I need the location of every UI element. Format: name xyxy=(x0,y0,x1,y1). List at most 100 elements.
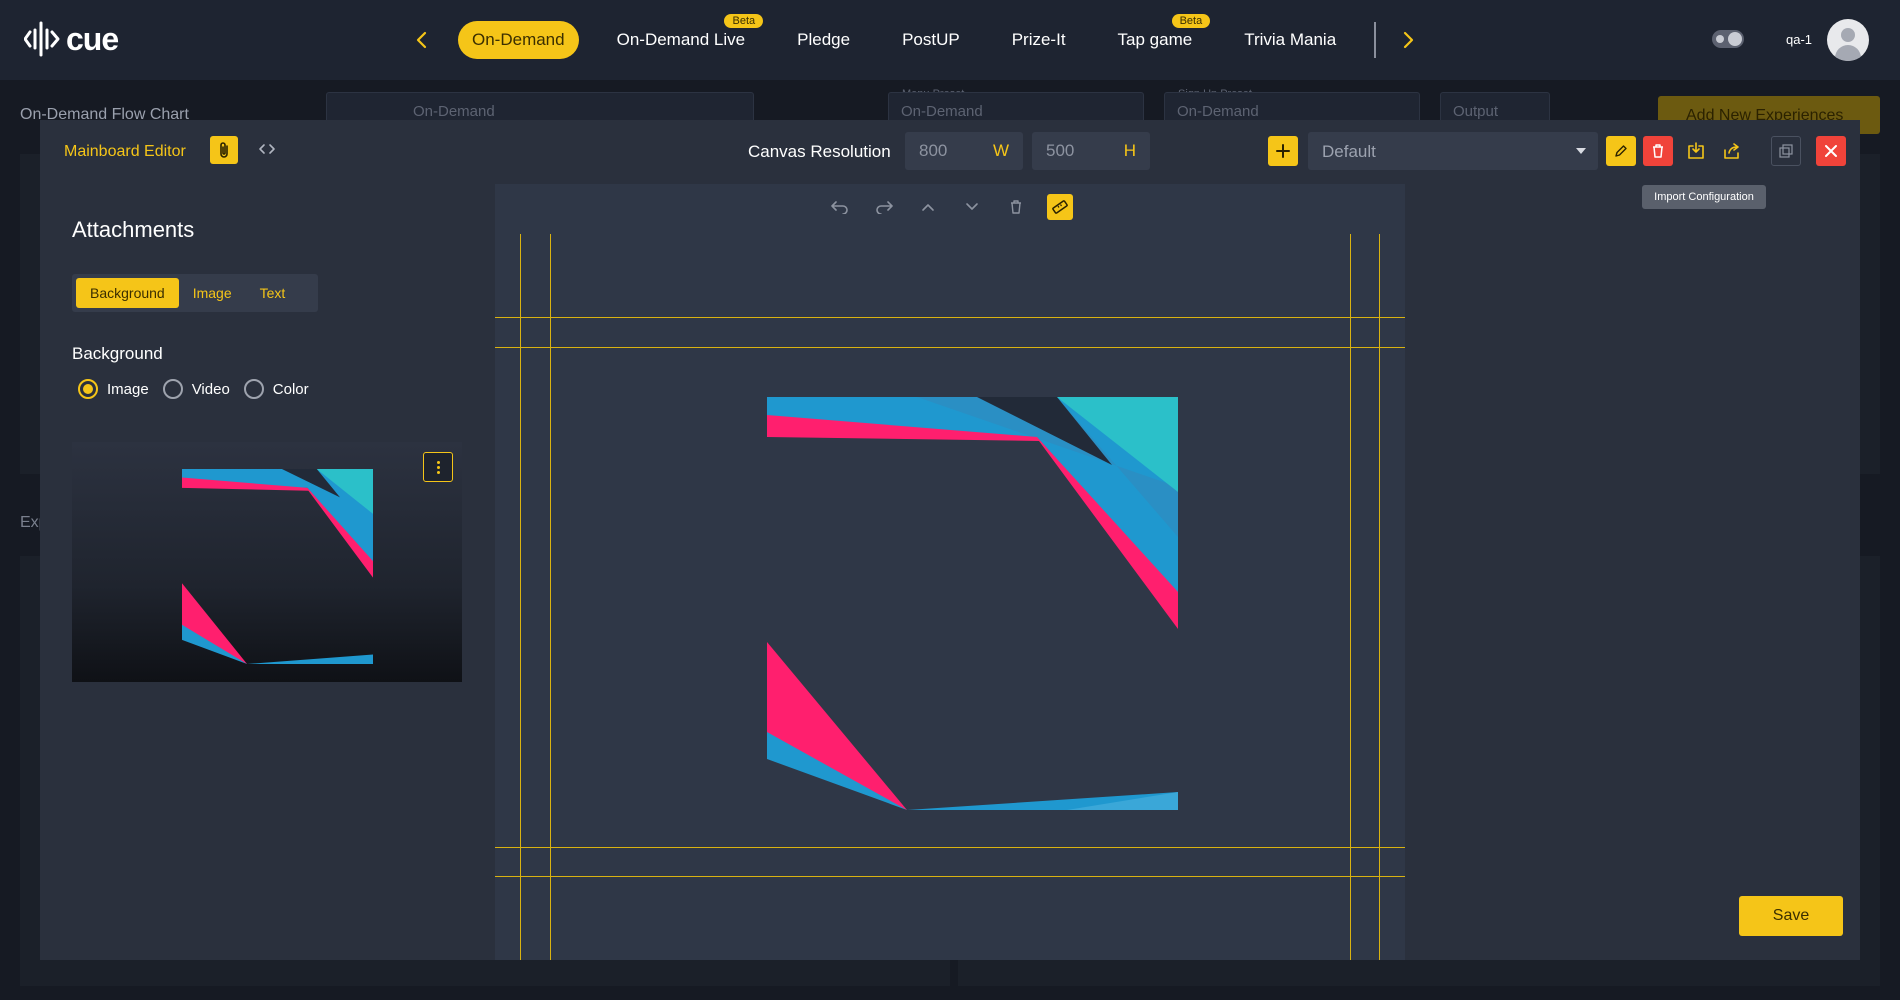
top-navigation-bar: cue On-Demand On-Demand Live Beta Pledge … xyxy=(0,0,1900,80)
close-icon xyxy=(1825,145,1837,157)
frame-bottom-pink xyxy=(767,642,907,810)
dot xyxy=(436,465,440,469)
canvas-height-value: 500 xyxy=(1046,141,1075,160)
preset-select-value: Default xyxy=(1322,142,1376,161)
send-backward-button[interactable] xyxy=(959,194,985,220)
canvas-area[interactable] xyxy=(495,184,1405,960)
import-icon xyxy=(1688,142,1704,159)
guide-line-vertical xyxy=(1379,234,1380,960)
edit-preset-button[interactable] xyxy=(1606,136,1636,166)
modal-title: Mainboard Editor xyxy=(64,143,186,160)
add-preset-button[interactable] xyxy=(1268,136,1298,166)
trash-icon xyxy=(1653,144,1663,158)
frame-thumbnail-graphic xyxy=(182,469,373,664)
ruler-toggle-button[interactable] xyxy=(1047,194,1073,220)
plus-icon xyxy=(1276,144,1290,158)
preset-select[interactable]: Default xyxy=(1308,132,1598,170)
output-label: Output xyxy=(1453,103,1499,120)
modal-header: Mainboard Editor Canvas Resolution 800 W… xyxy=(40,120,1860,209)
export-configuration-button[interactable] xyxy=(1717,136,1747,166)
user-name: qa-1 xyxy=(1786,32,1813,47)
guide-line-horizontal xyxy=(495,317,1405,318)
attachments-button[interactable] xyxy=(210,136,238,164)
tab-label: On-Demand Live xyxy=(616,30,746,49)
dot xyxy=(436,460,440,464)
undo-button[interactable] xyxy=(827,194,853,220)
tab-label: On-Demand xyxy=(472,30,565,49)
beta-badge: Beta xyxy=(724,14,764,28)
background-section-title: Background xyxy=(72,344,163,363)
tab-tap-game[interactable]: Tap game Beta xyxy=(1104,14,1211,59)
save-label: Save xyxy=(1772,907,1810,924)
cue-logo[interactable]: cue xyxy=(24,20,119,58)
radio-label: Color xyxy=(272,380,309,398)
canvas-toolbar xyxy=(495,192,1405,222)
chevron-left-icon xyxy=(416,31,427,49)
theme-toggle[interactable] xyxy=(1712,30,1744,48)
menu-preset-value: On-Demand xyxy=(901,103,983,120)
tab-postup[interactable]: PostUP xyxy=(888,21,974,59)
width-unit: W xyxy=(992,141,1009,160)
tab-label: Tap game xyxy=(1117,30,1193,49)
thumbnail-options-button[interactable] xyxy=(423,452,453,482)
canvas-width-input[interactable]: 800 W xyxy=(905,132,1023,170)
guide-line-horizontal xyxy=(495,847,1405,848)
guide-line-horizontal xyxy=(495,876,1405,877)
tab-on-demand-live[interactable]: On-Demand Live Beta xyxy=(603,14,764,59)
height-unit: H xyxy=(1123,141,1136,160)
tab-background[interactable]: Background xyxy=(76,278,179,308)
radio-circle[interactable] xyxy=(78,379,98,399)
avatar[interactable] xyxy=(1827,19,1869,61)
signup-preset-value: On-Demand xyxy=(1177,103,1259,120)
mainboard-editor-modal: Mainboard Editor Canvas Resolution 800 W… xyxy=(40,120,1860,960)
redo-button[interactable] xyxy=(871,194,897,220)
import-configuration-button[interactable] xyxy=(1681,136,1711,166)
canvas-height-input[interactable]: 500 H xyxy=(1032,132,1150,170)
tab-label: Pledge xyxy=(797,30,851,49)
radio-circle[interactable] xyxy=(243,379,264,399)
radio-color[interactable]: Color xyxy=(243,379,309,399)
guide-line-vertical xyxy=(1350,234,1351,960)
logo-text: cue xyxy=(66,20,119,57)
product-tabs: On-Demand On-Demand Live Beta Pledge Post… xyxy=(458,14,1377,59)
background-type-radio-group: Image Video Color xyxy=(78,379,309,399)
tab-label: Prize-It xyxy=(1011,30,1066,49)
tab-label: Text xyxy=(259,285,286,301)
pencil-icon xyxy=(1615,145,1627,157)
radio-image[interactable]: Image xyxy=(78,379,149,399)
code-view-button[interactable] xyxy=(258,142,276,158)
nav-prev-button[interactable] xyxy=(408,26,436,54)
delete-element-button[interactable] xyxy=(1003,194,1029,220)
radio-label: Video xyxy=(191,380,230,398)
tab-prize-it[interactable]: Prize-It xyxy=(998,21,1080,59)
save-button[interactable]: Save xyxy=(1739,896,1843,936)
canvas-resolution-label: Canvas Resolution xyxy=(748,142,891,161)
bring-forward-button[interactable] xyxy=(915,194,941,220)
copy-icon xyxy=(1779,144,1793,158)
sound-wave-icon xyxy=(24,21,60,57)
chevron-right-icon xyxy=(1403,31,1414,49)
tab-text[interactable]: Text xyxy=(246,278,300,308)
tab-pledge[interactable]: Pledge xyxy=(783,21,864,59)
guide-line-horizontal xyxy=(495,347,1405,348)
background-image-thumbnail[interactable] xyxy=(72,442,462,682)
chevron-up-icon xyxy=(922,204,934,211)
tab-label: Background xyxy=(90,285,165,301)
tab-label: Trivia Mania xyxy=(1244,30,1337,49)
tab-on-demand[interactable]: On-Demand xyxy=(458,21,579,59)
dot xyxy=(436,470,440,474)
delete-preset-button[interactable] xyxy=(1643,136,1673,166)
tab-trivia-mania[interactable]: Trivia Mania xyxy=(1230,21,1350,59)
close-modal-button[interactable] xyxy=(1816,136,1846,166)
radio-video[interactable]: Video xyxy=(162,379,230,399)
canvas-width-value: 800 xyxy=(919,141,948,160)
duplicate-button[interactable] xyxy=(1771,136,1801,166)
tab-image[interactable]: Image xyxy=(179,278,246,308)
nav-next-button[interactable] xyxy=(1394,26,1422,54)
undo-icon xyxy=(831,201,848,214)
tab-label: PostUP xyxy=(902,30,960,49)
canvas-background-frame[interactable] xyxy=(767,397,1178,810)
radio-circle[interactable] xyxy=(162,379,183,399)
redo-icon xyxy=(876,201,893,214)
trash-icon xyxy=(1011,200,1021,214)
